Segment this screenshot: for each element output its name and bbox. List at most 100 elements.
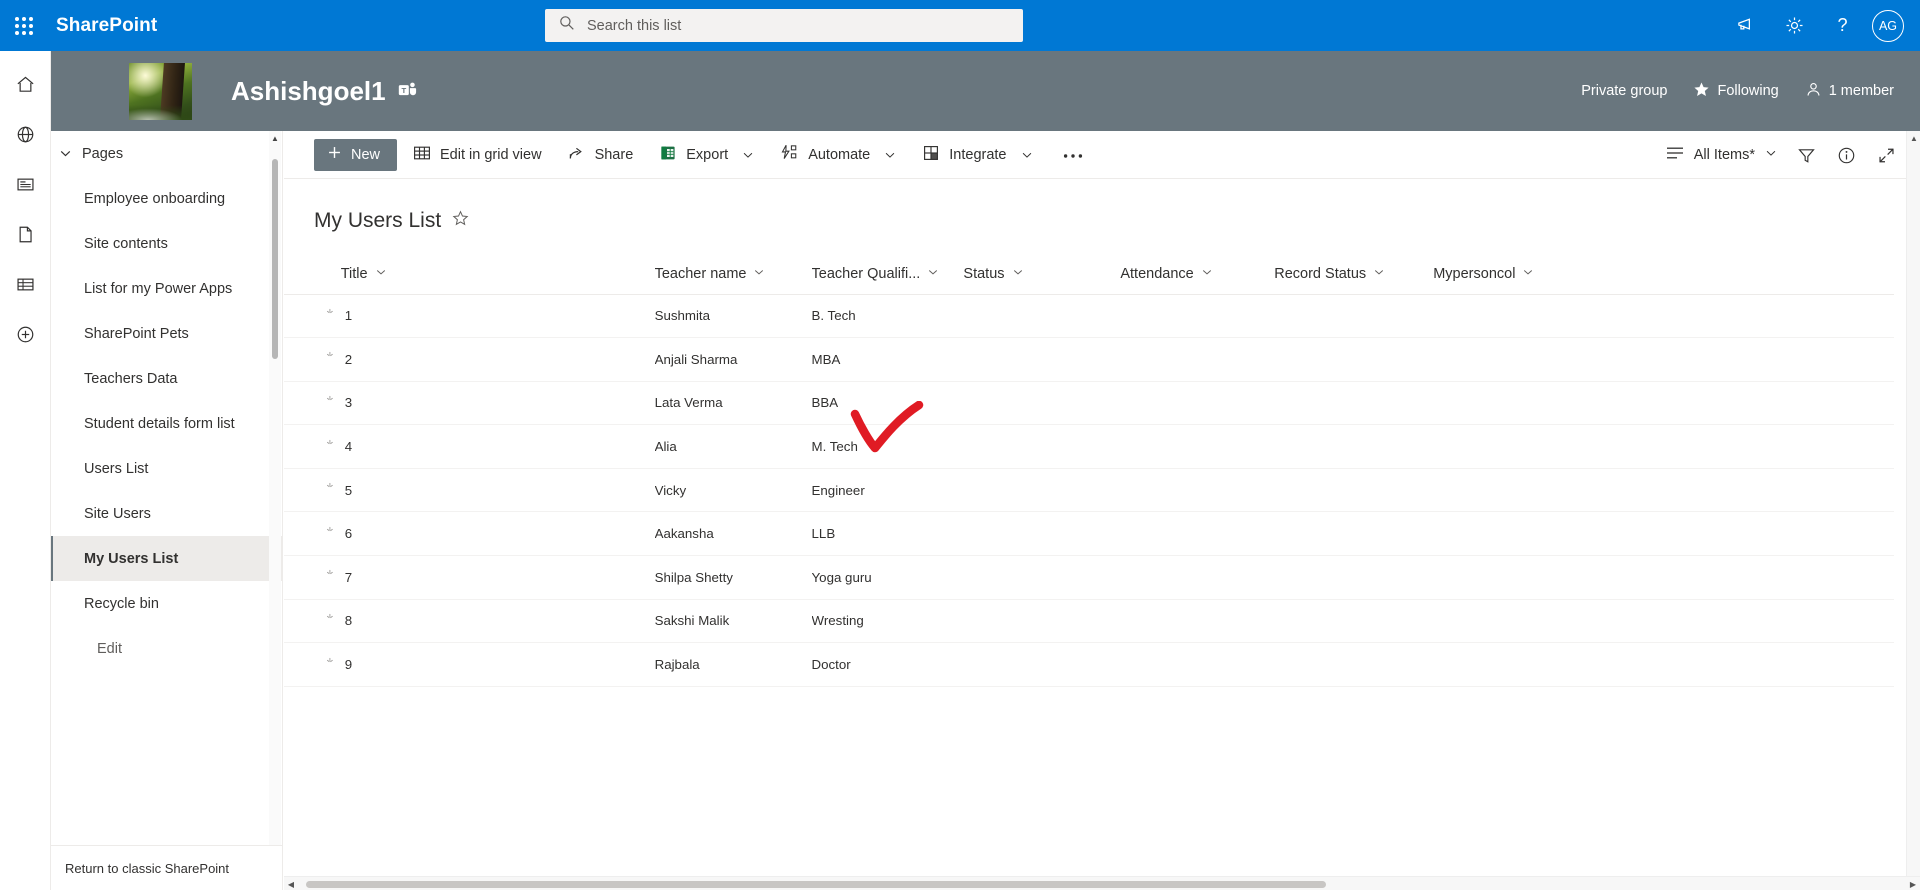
waffle-menu-button[interactable] bbox=[0, 0, 48, 51]
return-to-classic-link[interactable]: Return to classic SharePoint bbox=[51, 845, 283, 890]
table-row[interactable]: 2Anjali SharmaMBA bbox=[284, 338, 1894, 382]
more-commands-button[interactable] bbox=[1049, 135, 1097, 175]
sidebar-item-site-users[interactable]: Site Users bbox=[51, 491, 282, 536]
row-select-checkbox[interactable] bbox=[284, 512, 341, 556]
list-command-bar: New Edit in grid view Share Export Autom… bbox=[284, 131, 1920, 179]
site-title[interactable]: Ashishgoel1 T bbox=[231, 76, 417, 107]
members-button[interactable]: 1 member bbox=[1805, 81, 1894, 102]
following-button[interactable]: Following bbox=[1693, 81, 1778, 102]
sidebar-item-student-details-form-list[interactable]: Student details form list bbox=[51, 401, 282, 446]
table-row[interactable]: 3Lata VermaBBA bbox=[284, 381, 1894, 425]
page-vertical-scrollbar[interactable]: ▲ ▼ bbox=[1906, 131, 1920, 890]
row-select-checkbox[interactable] bbox=[284, 294, 341, 338]
row-status bbox=[963, 643, 1120, 687]
sidebar-item-users-list[interactable]: Users List bbox=[51, 446, 282, 491]
search-input[interactable] bbox=[587, 18, 987, 34]
sidenav-scroll-up-arrow[interactable]: ▲ bbox=[269, 131, 281, 145]
suite-header-bar: SharePoint ? AG bbox=[0, 0, 1920, 51]
row-qualification: Doctor bbox=[812, 643, 964, 687]
sidebar-item-my-users-list[interactable]: My Users List bbox=[51, 536, 282, 581]
edit-in-grid-view-button[interactable]: Edit in grid view bbox=[403, 135, 552, 175]
list-table: Title Teacher name Teacher Qualifi... bbox=[284, 254, 1894, 687]
automate-button[interactable]: Automate bbox=[770, 135, 906, 175]
row-record-status bbox=[1274, 556, 1433, 600]
table-row[interactable]: 8Sakshi MalikWresting bbox=[284, 599, 1894, 643]
column-header-teacher-qualification[interactable]: Teacher Qualifi... bbox=[812, 254, 964, 294]
row-mypersoncol bbox=[1433, 556, 1560, 600]
help-icon[interactable]: ? bbox=[1818, 0, 1866, 51]
star-outline-icon[interactable] bbox=[452, 210, 469, 232]
plus-circle-icon[interactable] bbox=[0, 309, 51, 359]
filter-icon[interactable] bbox=[1786, 135, 1826, 175]
news-icon[interactable] bbox=[0, 159, 51, 209]
sidebar-item-sharepoint-pets[interactable]: SharePoint Pets bbox=[51, 311, 282, 356]
row-select-checkbox[interactable] bbox=[284, 338, 341, 382]
export-button[interactable]: Export bbox=[649, 135, 764, 175]
column-header-record-status[interactable]: Record Status bbox=[1274, 254, 1433, 294]
avatar[interactable]: AG bbox=[1872, 10, 1904, 42]
new-button[interactable]: New bbox=[314, 139, 397, 171]
row-select-checkbox[interactable] bbox=[284, 599, 341, 643]
table-row[interactable]: 5VickyEngineer bbox=[284, 468, 1894, 512]
page-scroll-up-arrow[interactable]: ▲ bbox=[1907, 131, 1920, 145]
info-icon[interactable] bbox=[1826, 135, 1866, 175]
sidebar-item-site-contents[interactable]: Site contents bbox=[51, 221, 282, 266]
gear-icon[interactable] bbox=[1770, 0, 1818, 51]
share-button[interactable]: Share bbox=[558, 135, 644, 175]
table-row[interactable]: 6AakanshaLLB bbox=[284, 512, 1894, 556]
row-status bbox=[963, 599, 1120, 643]
sidenav-scroll-thumb[interactable] bbox=[272, 159, 278, 359]
list-scroll-left-arrow[interactable]: ◀ bbox=[284, 877, 298, 891]
sidenav-scrollbar[interactable]: ▲ ▼ bbox=[269, 131, 281, 890]
row-select-checkbox[interactable] bbox=[284, 643, 341, 687]
sparkle-icon bbox=[326, 613, 339, 629]
row-select-checkbox[interactable] bbox=[284, 556, 341, 600]
column-header-status[interactable]: Status bbox=[963, 254, 1120, 294]
search-box[interactable] bbox=[545, 9, 1023, 42]
sidebar-item-employee-onboarding[interactable]: Employee onboarding bbox=[51, 176, 282, 221]
list-scroll-right-arrow[interactable]: ▶ bbox=[1906, 877, 1920, 891]
column-header-mypersoncol[interactable]: Mypersoncol bbox=[1433, 254, 1560, 294]
column-header-attendance[interactable]: Attendance bbox=[1120, 254, 1274, 294]
sidebar-item-recycle-bin[interactable]: Recycle bin bbox=[51, 581, 282, 626]
row-attendance bbox=[1120, 381, 1274, 425]
list-table-body: 1SushmitaB. Tech2Anjali SharmaMBA3Lata V… bbox=[284, 294, 1894, 686]
table-row[interactable]: 1SushmitaB. Tech bbox=[284, 294, 1894, 338]
sidebar-item-teachers-data[interactable]: Teachers Data bbox=[51, 356, 282, 401]
share-icon bbox=[568, 144, 586, 166]
view-selector[interactable]: All Items* bbox=[1657, 135, 1786, 175]
sidebar-item-edit[interactable]: Edit bbox=[51, 626, 282, 671]
list-horizontal-scrollbar[interactable]: ◀ ▶ bbox=[284, 876, 1920, 890]
table-row[interactable]: 7Shilpa ShettyYoga guru bbox=[284, 556, 1894, 600]
row-select-checkbox[interactable] bbox=[284, 425, 341, 469]
list-scroll-thumb[interactable] bbox=[306, 881, 1326, 888]
chevron-down-icon bbox=[1373, 266, 1385, 282]
expand-icon[interactable] bbox=[1866, 135, 1906, 175]
home-icon[interactable] bbox=[0, 59, 51, 109]
list-icon[interactable] bbox=[0, 259, 51, 309]
page-icon[interactable] bbox=[0, 209, 51, 259]
row-select-checkbox[interactable] bbox=[284, 468, 341, 512]
chevron-down-icon bbox=[1012, 266, 1024, 282]
sidebar-item-list-for-my-power-apps[interactable]: List for my Power Apps bbox=[51, 266, 282, 311]
row-title: 1 bbox=[341, 294, 655, 338]
table-row[interactable]: 4AliaM. Tech bbox=[284, 425, 1894, 469]
sparkle-icon bbox=[326, 395, 339, 411]
row-qualification: Wresting bbox=[812, 599, 964, 643]
column-header-teacher-name[interactable]: Teacher name bbox=[655, 254, 812, 294]
row-title: 3 bbox=[341, 381, 655, 425]
column-header-title[interactable]: Title bbox=[341, 254, 655, 294]
integrate-button[interactable]: Integrate bbox=[912, 135, 1042, 175]
chevron-down-icon bbox=[1201, 266, 1213, 282]
table-row[interactable]: 9RajbalaDoctor bbox=[284, 643, 1894, 687]
row-select-checkbox[interactable] bbox=[284, 381, 341, 425]
globe-icon[interactable] bbox=[0, 109, 51, 159]
select-all-header[interactable] bbox=[284, 254, 341, 294]
sharepoint-brand-link[interactable]: SharePoint bbox=[56, 15, 157, 37]
column-header-record-status-label: Record Status bbox=[1274, 266, 1366, 282]
grid-view-icon bbox=[413, 144, 431, 166]
row-record-status bbox=[1274, 294, 1433, 338]
column-header-attendance-label: Attendance bbox=[1120, 266, 1193, 282]
nav-group-pages[interactable]: Pages bbox=[51, 131, 282, 176]
megaphone-icon[interactable] bbox=[1722, 0, 1770, 51]
